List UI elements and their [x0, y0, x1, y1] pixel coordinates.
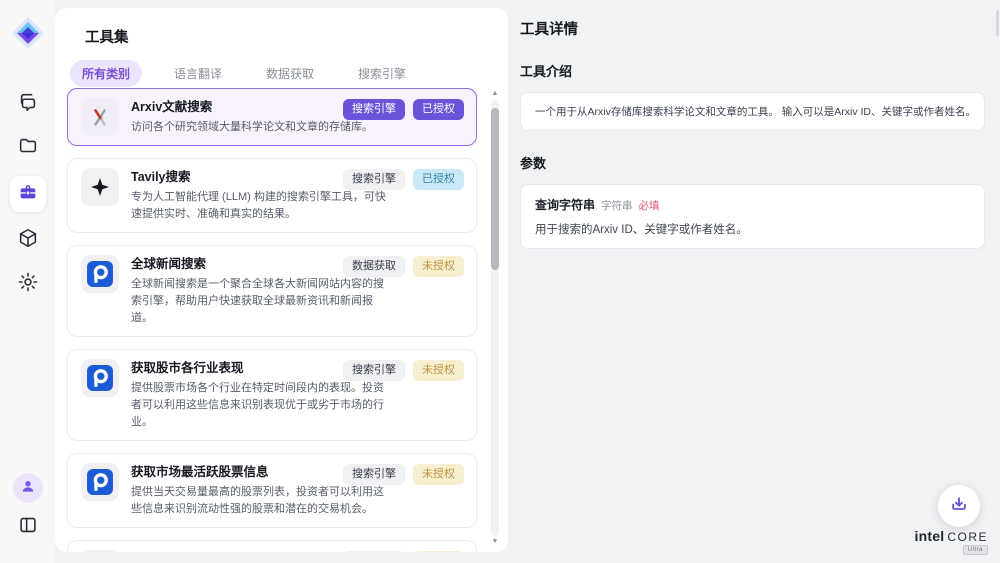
- scroll-up-arrow[interactable]: ▲: [490, 90, 500, 98]
- download-button[interactable]: [938, 485, 980, 527]
- category-tabs: 所有类别语言翻译数据获取搜索引擎: [70, 60, 508, 87]
- tool-card[interactable]: Arxiv文献搜索访问各个研究领域大量科学论文和文章的存储库。搜索引擎已授权: [67, 88, 477, 146]
- brand-intel-text: intel: [915, 528, 945, 544]
- gear-icon: [17, 271, 39, 298]
- intel-core-logo: intel CORE Ultra: [915, 528, 988, 555]
- tool-description: 全球新闻搜索是一个聚合全球各大新闻网站内容的搜索引擎，帮助用户快速获取全球最新资…: [131, 276, 393, 327]
- brand-core-text: CORE: [947, 530, 988, 544]
- user-icon: [19, 477, 37, 500]
- tool-category-badge: 搜索引擎: [343, 464, 405, 485]
- sidebar-item-cube[interactable]: [10, 222, 46, 258]
- tool-intro-text: 一个用于从Arxiv存储库搜索科学论文和文章的工具。 输入可以是Arxiv ID…: [535, 104, 970, 119]
- tool-auth-badge: 已授权: [413, 99, 464, 120]
- sidebar-item-columns[interactable]: [10, 509, 46, 545]
- tool-description: 提供股票市场各个行业在特定时间段内的表现。投资者可以利用这些信息来识别表现优于或…: [131, 380, 393, 431]
- globe-news-icon: [81, 463, 119, 501]
- app-logo-icon: [11, 16, 45, 50]
- tool-auth-badge: 未授权: [413, 551, 464, 552]
- toolbox-icon: [17, 181, 39, 208]
- tool-category-badge: 搜索引擎: [343, 99, 405, 120]
- sparkle-icon: [81, 168, 119, 206]
- tool-auth-badge: 未授权: [413, 256, 464, 277]
- list-scrollbar[interactable]: ▲ ▼: [490, 90, 500, 546]
- intro-label: 工具介绍: [520, 61, 985, 80]
- tool-detail-panel: 工具详情 工具介绍 一个用于从Arxiv存储库搜索科学论文和文章的工具。 输入可…: [508, 0, 1000, 563]
- sidebar: [0, 0, 55, 563]
- newspaper-icon: [81, 550, 119, 552]
- tool-description: 提供当天交易量最高的股票列表，投资者可以利用这些信息来识别流动性强的股票和潜在的…: [131, 484, 393, 518]
- sidebar-item-folder[interactable]: [10, 130, 46, 166]
- scroll-down-arrow[interactable]: ▼: [490, 538, 500, 546]
- params-label: 参数: [520, 153, 985, 172]
- tool-card[interactable]: 获取市场最活跃股票信息提供当天交易量最高的股票列表，投资者可以利用这些信息来识别…: [67, 453, 477, 528]
- tool-list: Arxiv文献搜索访问各个研究领域大量科学论文和文章的存储库。搜索引擎已授权 Ta…: [67, 88, 477, 552]
- download-icon: [949, 494, 969, 519]
- arxiv-icon: [81, 98, 119, 136]
- tool-card[interactable]: 万维地区新闻查询查询具体行政区划内的新闻，快速了解各地新闻动搜索引擎未授权: [67, 540, 477, 552]
- sidebar-item-chat[interactable]: [10, 86, 46, 122]
- cube-icon: [17, 227, 39, 254]
- user-avatar[interactable]: [13, 473, 43, 503]
- folder-icon: [17, 135, 39, 162]
- tool-card[interactable]: Tavily搜索专为人工智能代理 (LLM) 构建的搜索引擎工具，可快速提供实时…: [67, 158, 477, 233]
- sidebar-item-toolbox[interactable]: [10, 176, 46, 212]
- chat-icon: [17, 91, 39, 118]
- sidebar-item-gear[interactable]: [10, 266, 46, 302]
- detail-scrollbar[interactable]: [996, 10, 999, 36]
- param-description: 用于搜索的Arxiv ID、关键字或作者姓名。: [535, 221, 970, 237]
- page-title: 工具集: [55, 8, 508, 47]
- tool-card[interactable]: 全球新闻搜索全球新闻搜索是一个聚合全球各大新闻网站内容的搜索引擎，帮助用户快速获…: [67, 245, 477, 337]
- tab-数据获取[interactable]: 数据获取: [254, 60, 326, 87]
- tool-auth-badge: 未授权: [413, 360, 464, 381]
- tab-所有类别[interactable]: 所有类别: [70, 60, 142, 87]
- tool-category-badge: 数据获取: [343, 256, 405, 277]
- columns-icon: [17, 514, 39, 541]
- tab-语言翻译[interactable]: 语言翻译: [162, 60, 234, 87]
- tool-category-badge: 搜索引擎: [343, 551, 405, 552]
- tool-card[interactable]: 获取股市各行业表现提供股票市场各个行业在特定时间段内的表现。投资者可以利用这些信…: [67, 349, 477, 441]
- tool-auth-badge: 未授权: [413, 464, 464, 485]
- tool-list-panel: 工具集 所有类别语言翻译数据获取搜索引擎 Arxiv文献搜索访问各个研究领域大量…: [55, 8, 508, 552]
- globe-news-icon: [81, 255, 119, 293]
- tool-description: 访问各个研究领域大量科学论文和文章的存储库。: [131, 119, 393, 136]
- param-name: 查询字符串: [535, 196, 595, 213]
- brand-ultra-badge: Ultra: [963, 545, 988, 555]
- tool-description: 专为人工智能代理 (LLM) 构建的搜索引擎工具，可快速提供实时、准确和真实的结…: [131, 189, 393, 223]
- scroll-thumb[interactable]: [491, 108, 499, 270]
- tab-搜索引擎[interactable]: 搜索引擎: [346, 60, 418, 87]
- tool-category-badge: 搜索引擎: [343, 169, 405, 190]
- param-required-flag: 必填: [639, 198, 660, 213]
- detail-title: 工具详情: [520, 18, 985, 39]
- param-type: 字符串: [601, 198, 633, 213]
- tool-category-badge: 搜索引擎: [343, 360, 405, 381]
- globe-news-icon: [81, 359, 119, 397]
- tool-auth-badge: 已授权: [413, 169, 464, 190]
